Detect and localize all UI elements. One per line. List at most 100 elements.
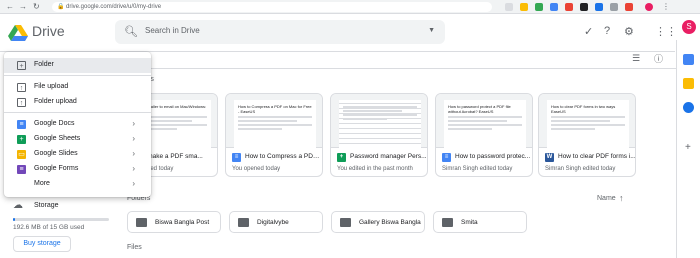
folder-name: Digitalvybe [257, 219, 289, 226]
lock-icon: 🔒 [57, 4, 65, 10]
file-card[interactable]: How to clear PDF forms in two ways EaseU… [538, 93, 636, 177]
thumbnail-page: How to clear PDF forms in two ways EaseU… [547, 100, 629, 148]
menu-item-label: Google Sheets [34, 135, 81, 142]
file-activity: Simran Singh edited today [442, 166, 513, 172]
file-card[interactable]: How to Compress a PDF on Mac for Free - … [225, 93, 323, 177]
new-folder-icon: + [17, 61, 26, 70]
menu-divider [4, 75, 151, 76]
menu-item-file-upload[interactable]: ↑ File upload [4, 80, 151, 95]
address-text: drive.google.com/drive/u/0/my-drive [66, 4, 162, 10]
file-name: How to password protec... [455, 153, 531, 160]
menu-item-more[interactable]: More › [4, 177, 151, 192]
folder-item[interactable]: Digitalvybe [229, 211, 323, 233]
files-label: Files [127, 244, 142, 251]
storage-label[interactable]: Storage [34, 202, 59, 209]
menu-item-folder-upload[interactable]: ↑ Folder upload [4, 95, 151, 110]
folder-item[interactable]: Smita [433, 211, 527, 233]
doc-file-icon: ≡ [442, 153, 451, 162]
menu-divider [4, 112, 151, 113]
apps-grid-icon[interactable]: ⋮⋮ [655, 25, 677, 38]
file-name: How to clear PDF forms i... [558, 153, 636, 160]
file-activity: You opened today [232, 166, 281, 172]
sort-label[interactable]: Name [597, 195, 616, 202]
profile-icon[interactable] [645, 3, 653, 11]
folder-icon [136, 218, 147, 227]
extension-icon[interactable] [550, 3, 558, 11]
extension-icon[interactable] [610, 3, 618, 11]
storage-bar [13, 218, 109, 221]
extension-icon[interactable] [535, 3, 543, 11]
folder-item[interactable]: Biswa Bangla Post [127, 211, 221, 233]
folder-icon [238, 218, 249, 227]
chevron-right-icon: › [132, 134, 135, 143]
file-activity: Simran Singh edited today [545, 166, 616, 172]
thumbnail-title: How to clear PDF forms in two ways EaseU… [551, 104, 616, 114]
browser-toolbar: ← → ↻ 🔒 drive.google.com/drive/u/0/my-dr… [0, 0, 700, 14]
chevron-right-icon: › [132, 164, 135, 173]
file-name: Password manager Pers... [350, 153, 427, 160]
file-name: How to Compress a PDF ... [245, 153, 323, 160]
menu-item-google-forms[interactable]: ≡ Google Forms › [4, 162, 151, 177]
thumbnail-page: How to Compress a PDF on Mac for Free - … [234, 100, 316, 148]
extension-icon[interactable] [565, 3, 573, 11]
drive-header: Drive 🔍︎ Search in Drive ▼ ✓ ? ⚙ ⋮⋮ [0, 14, 677, 52]
folder-name: Gallery Biswa Bangla [359, 219, 421, 226]
menu-item-folder[interactable]: + Folder [4, 58, 151, 73]
file-thumbnail [331, 94, 427, 148]
menu-item-label: More [34, 180, 50, 187]
search-options-icon[interactable]: ▼ [428, 27, 435, 34]
storage-bar-fill [13, 218, 15, 221]
file-card[interactable]: How to password protect a PDF file witho… [435, 93, 533, 177]
settings-icon[interactable]: ⚙ [624, 25, 634, 38]
forms-icon: ≡ [17, 165, 26, 174]
file-activity: You edited in the past month [337, 166, 413, 172]
cloud-icon: ☁ [13, 200, 23, 211]
reload-icon[interactable]: ↻ [33, 2, 40, 11]
offline-status-icon[interactable]: ✓ [584, 25, 593, 38]
back-icon[interactable]: ← [6, 2, 14, 11]
menu-item-google-docs[interactable]: ≡ Google Docs › [4, 117, 151, 132]
calendar-icon[interactable] [683, 54, 694, 65]
file-thumbnail: How to clear PDF forms in two ways EaseU… [539, 94, 635, 148]
file-upload-icon: ↑ [17, 83, 26, 92]
extension-icon[interactable] [595, 3, 603, 11]
menu-item-label: File upload [34, 83, 69, 90]
folder-name: Smita [461, 219, 478, 226]
avatar[interactable]: S [682, 20, 696, 34]
side-panel: + [676, 40, 700, 258]
app-title[interactable]: Drive [32, 23, 65, 39]
slides-icon: ▭ [17, 150, 26, 159]
file-thumbnail: How to password protect a PDF file witho… [436, 94, 532, 148]
menu-item-google-slides[interactable]: ▭ Google Slides › [4, 147, 151, 162]
help-icon[interactable]: ? [604, 25, 610, 37]
chevron-right-icon: › [132, 149, 135, 158]
add-addon-icon[interactable]: + [685, 142, 691, 153]
list-view-icon[interactable]: ☰ [632, 53, 640, 64]
folder-item[interactable]: Gallery Biswa Bangla [331, 211, 425, 233]
search-input[interactable]: 🔍︎ Search in Drive ▼ [115, 20, 445, 44]
sheets-icon: + [17, 135, 26, 144]
doc-file-icon: ≡ [232, 153, 241, 162]
docs-icon: ≡ [17, 120, 26, 129]
file-thumbnail: How to Compress a PDF on Mac for Free - … [226, 94, 322, 148]
extension-icon[interactable] [520, 3, 528, 11]
tasks-icon[interactable] [683, 102, 694, 113]
buy-storage-button[interactable]: Buy storage [13, 236, 71, 252]
address-bar[interactable]: 🔒 drive.google.com/drive/u/0/my-drive [52, 2, 492, 12]
info-icon[interactable]: ⓘ [654, 52, 663, 65]
storage-used: 192.6 MB of 15 GB used [13, 224, 85, 231]
keep-icon[interactable] [683, 78, 694, 89]
forward-icon[interactable]: → [19, 2, 27, 11]
search-icon[interactable]: 🔍︎ [124, 25, 138, 38]
menu-dots-icon[interactable]: ⋮ [662, 2, 670, 11]
extension-icon[interactable] [580, 3, 588, 11]
folder-name: Biswa Bangla Post [155, 219, 210, 226]
new-item-menu: + Folder ↑ File upload ↑ Folder upload ≡ Google… [4, 52, 151, 197]
sheet-file-icon: + [337, 153, 346, 162]
sort-arrow-icon[interactable]: ↑ [619, 193, 624, 203]
menu-item-google-sheets[interactable]: + Google Sheets › [4, 132, 151, 147]
extension-icon[interactable] [505, 3, 513, 11]
extension-icon[interactable] [625, 3, 633, 11]
search-placeholder: Search in Drive [145, 26, 200, 35]
file-card[interactable]: + Password manager Pers... You edited in t… [330, 93, 428, 177]
